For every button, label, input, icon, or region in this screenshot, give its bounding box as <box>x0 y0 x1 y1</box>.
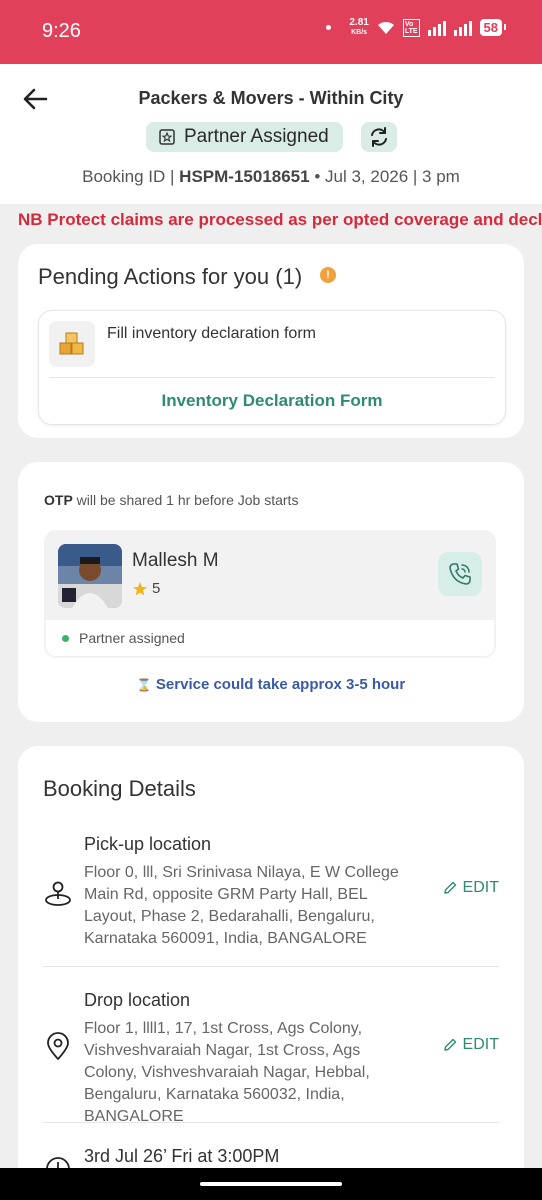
rating-value: 5 <box>152 580 161 597</box>
edit-pickup-label: EDIT <box>462 879 499 896</box>
edit-pickup-button[interactable]: EDIT <box>443 879 499 897</box>
divider <box>49 377 495 378</box>
inventory-form-link[interactable]: Inventory Declaration Form <box>39 391 505 411</box>
page-header: Packers & Movers - Within City Partner A… <box>0 64 542 204</box>
notification-dot-icon <box>326 25 332 30</box>
signal-2-icon <box>453 20 472 36</box>
pencil-icon <box>443 1038 456 1051</box>
service-duration-note: ⌛ Service could take approx 3-5 hour <box>18 676 524 693</box>
booking-details-card: Booking Details Pick-up location Floor 0… <box>18 746 524 1186</box>
partner-avatar <box>58 544 122 608</box>
divider <box>43 966 499 967</box>
partner-status-label: Partner assigned <box>79 630 185 646</box>
divider <box>43 1122 499 1123</box>
otp-text: will be shared 1 hr before Job starts <box>76 492 299 508</box>
booking-status-badge: Partner Assigned <box>146 122 343 152</box>
booking-details-title: Booking Details <box>43 776 196 801</box>
drop-label: Drop location <box>84 990 191 1010</box>
boxes-icon <box>49 321 95 367</box>
page-title: Packers & Movers - Within City <box>138 88 404 108</box>
pickup-label: Pick-up location <box>84 834 212 854</box>
pickup-pin-icon <box>45 881 71 906</box>
partner-status: Partner assigned <box>62 630 185 646</box>
booking-schedule: Jul 3, 2026 | 3 pm <box>325 167 460 186</box>
alert-icon: ! <box>320 267 336 283</box>
star-badge-icon <box>159 129 175 145</box>
drop-pin-icon <box>47 1032 69 1060</box>
protect-notice-marquee: NB Protect claims are processed as per o… <box>18 210 542 229</box>
phone-icon <box>449 563 471 585</box>
clock-time: 9:26 <box>42 20 81 42</box>
drop-location: Drop location Floor 1, llll1, 17, 1st Cr… <box>43 990 499 1125</box>
action-description: Fill inventory declaration form <box>107 325 316 342</box>
otp-label: OTP <box>44 492 73 508</box>
pickup-location: Pick-up location Floor 0, lll, Sri Srini… <box>43 834 499 950</box>
home-gesture-handle[interactable] <box>200 1182 342 1186</box>
booking-id-label: Booking ID | <box>82 167 175 186</box>
refresh-button[interactable] <box>361 122 397 152</box>
network-speed: 2.81 KB/s <box>349 18 368 37</box>
battery-icon: 58 <box>479 19 507 36</box>
network-speed-unit: KB/s <box>351 29 368 36</box>
pickup-address: Floor 0, lll, Sri Srinivasa Nilaya, E W … <box>84 864 399 947</box>
system-nav-bar <box>0 1168 542 1200</box>
booking-status-label: Partner Assigned <box>184 126 329 147</box>
partner-info-box: Mallesh M 5 Partner assigned <box>44 530 496 658</box>
edit-drop-label: EDIT <box>462 1036 499 1053</box>
partner-name: Mallesh M <box>132 550 219 571</box>
call-partner-button[interactable] <box>438 552 482 596</box>
booking-info-line: Booking ID | HSPM-15018651 • Jul 3, 2026… <box>82 167 460 186</box>
partner-card: OTP will be shared 1 hr before Job start… <box>18 462 524 722</box>
status-icons: 2.81 KB/s Vo LTE 58 <box>326 18 507 37</box>
wifi-icon <box>377 21 394 34</box>
refresh-icon <box>371 127 387 147</box>
star-icon <box>133 581 147 595</box>
volte-icon: Vo LTE <box>402 18 420 37</box>
pending-actions-card: Pending Actions for you (1) ! Fill inven… <box>18 244 524 438</box>
signal-1-icon <box>427 20 446 36</box>
partner-rating: 5 <box>132 580 160 597</box>
pending-actions-title: Pending Actions for you (1) <box>38 264 303 289</box>
service-duration-text: Service could take approx 3-5 hour <box>155 676 406 693</box>
booking-id: HSPM-15018651 <box>179 167 310 186</box>
edit-drop-button[interactable]: EDIT <box>443 1036 499 1054</box>
status-dot-icon <box>62 634 69 642</box>
status-bar: 9:26 2.81 KB/s Vo LTE 58 <box>0 0 542 64</box>
pencil-icon <box>443 881 456 894</box>
booking-date: 3rd Jul 26’ Fri at 3:00PM <box>84 1146 280 1166</box>
network-speed-value: 2.81 <box>349 17 369 28</box>
pending-action-item: Fill inventory declaration form Inventor… <box>38 310 506 425</box>
otp-info: OTP will be shared 1 hr before Job start… <box>44 492 298 508</box>
hourglass-icon: ⌛ <box>136 678 152 692</box>
drop-address: Floor 1, llll1, 17, 1st Cross, Ags Colon… <box>84 1020 370 1125</box>
